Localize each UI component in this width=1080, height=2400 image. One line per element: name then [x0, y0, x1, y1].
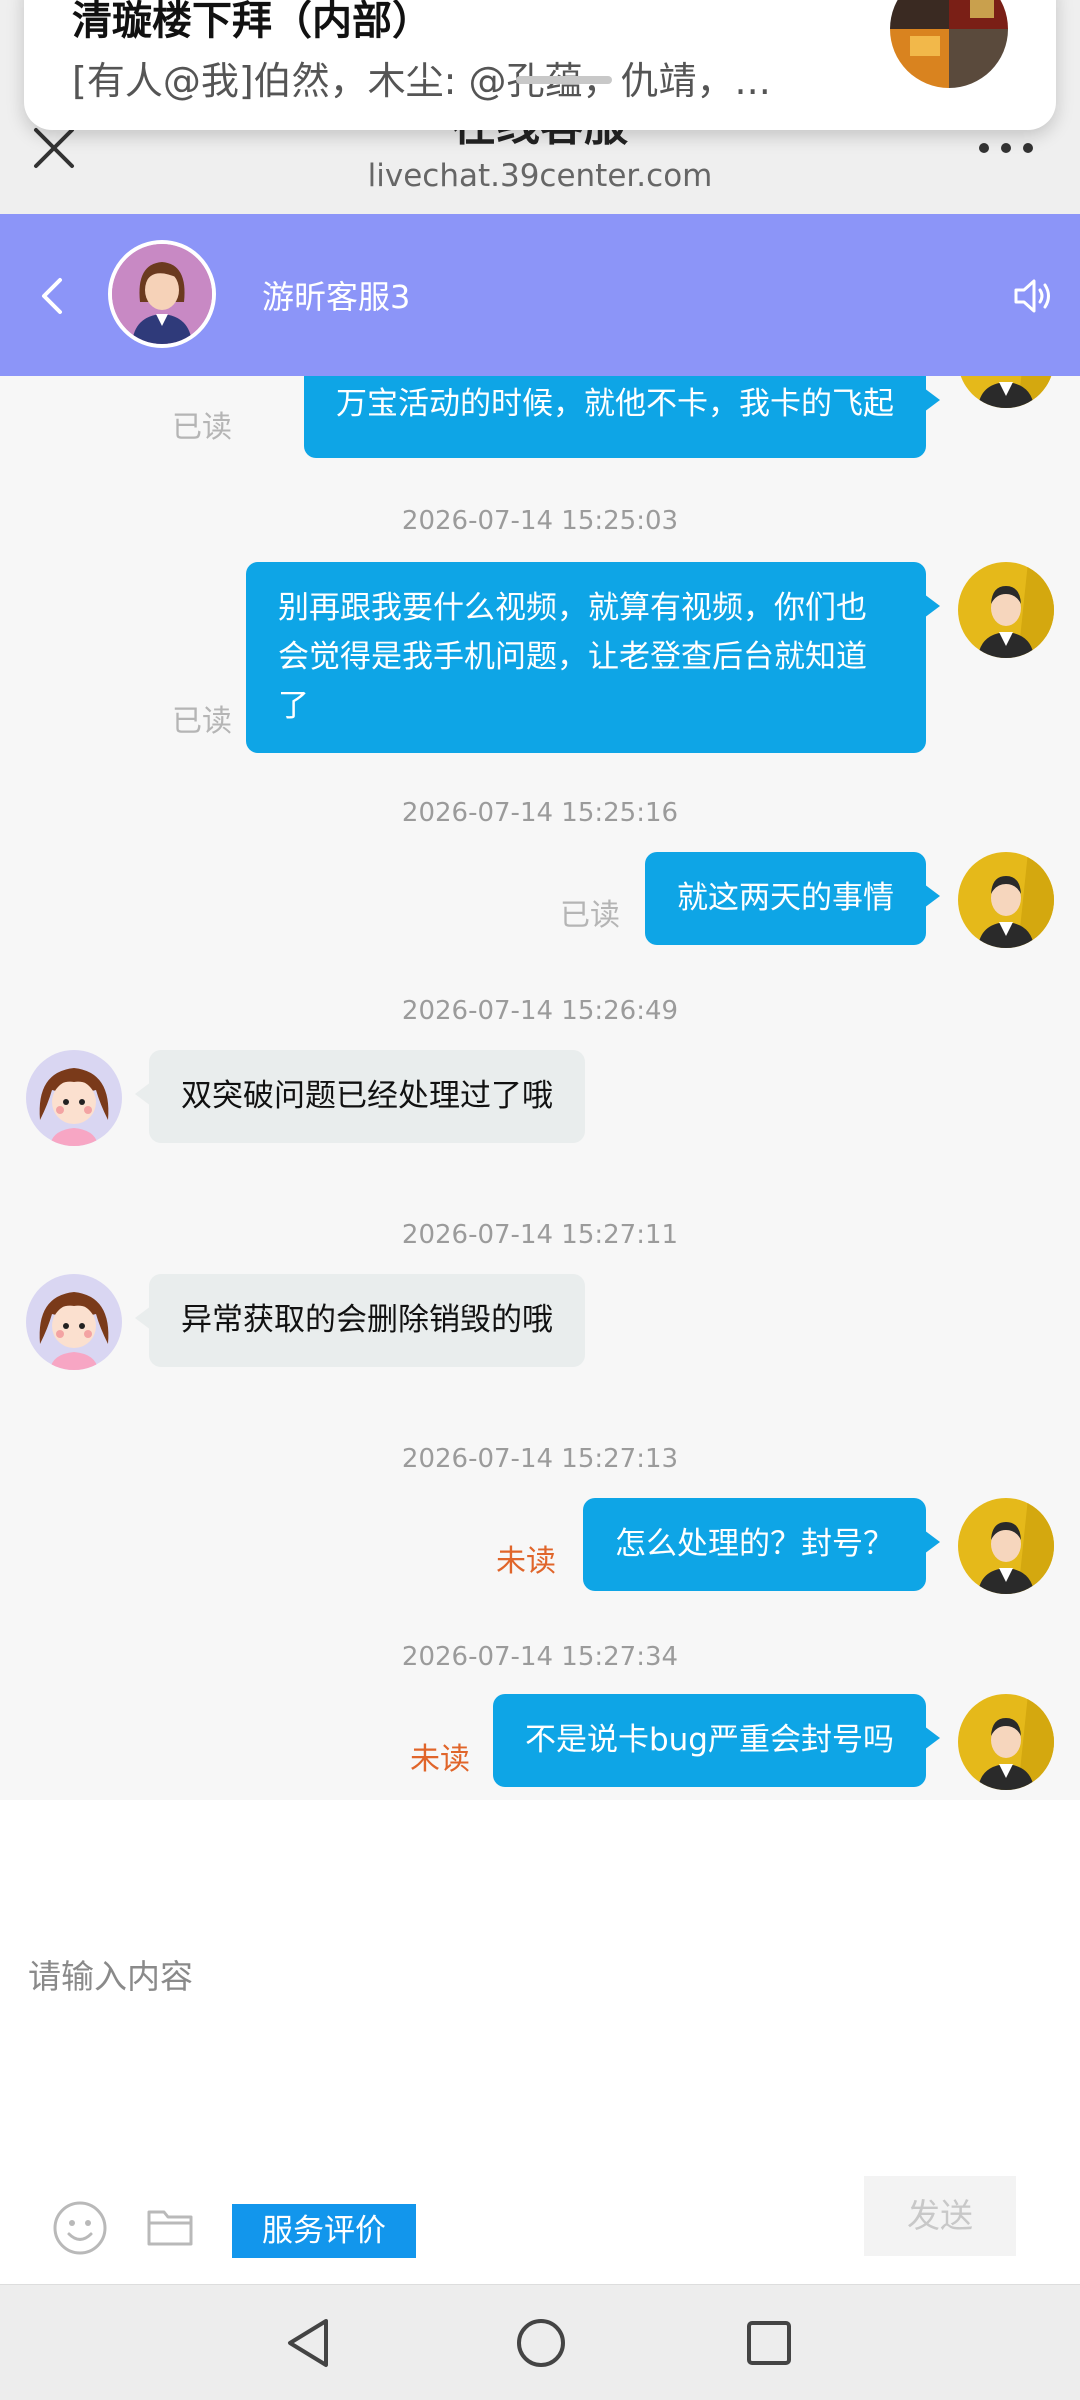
message-list[interactable]: 万宝活动的时候，就他不卡，我卡的飞起 已读 2026-07-14 15:25:0…: [0, 376, 1080, 1800]
agent-message-bubble[interactable]: 双突破问题已经处理过了哦: [135, 1050, 585, 1143]
speaker-icon[interactable]: [1012, 274, 1054, 318]
send-button[interactable]: 发送: [864, 2176, 1016, 2256]
message-input[interactable]: [28, 1946, 1048, 2006]
message-text: 不是说卡bug严重会封号吗: [524, 1722, 894, 1758]
chat-header: 游昕客服3: [0, 214, 1080, 376]
message-text-line: 了: [278, 688, 309, 724]
user-message-bubble[interactable]: 就这两天的事情: [645, 852, 940, 945]
notification-drag-handle[interactable]: [516, 76, 612, 84]
message-timestamp: 2026-07-14 15:27:11: [401, 1220, 679, 1250]
read-status: 已读: [172, 704, 232, 739]
user-message-bubble[interactable]: 怎么处理的？封号？: [583, 1498, 940, 1591]
triangle-back-icon[interactable]: [282, 2315, 336, 2371]
service-rating-button[interactable]: 服务评价: [232, 2204, 416, 2258]
user-avatar: [958, 1498, 1054, 1594]
unread-status: 未读: [410, 1742, 470, 1777]
smiley-icon[interactable]: [52, 2200, 108, 2256]
user-avatar: [958, 1694, 1054, 1790]
message-text: 万宝活动的时候，就他不卡，我卡的飞起: [336, 386, 894, 422]
read-status: 已读: [172, 410, 232, 445]
message-timestamp: 2026-07-14 15:27:13: [401, 1444, 679, 1474]
user-message-bubble[interactable]: 不是说卡bug严重会封号吗: [492, 1694, 941, 1787]
message-text: 异常获取的会删除销毁的哦: [181, 1302, 553, 1338]
message-timestamp: 2026-07-14 15:26:49: [401, 996, 679, 1026]
message-text-line: 别再跟我要什么视频，就算有视频，你们也: [278, 590, 867, 626]
agent-avatar: [108, 240, 216, 348]
site-url: livechat.39center.com: [367, 158, 713, 194]
compose-area: 服务评价 发送: [0, 1800, 1080, 2284]
agent-message-avatar: [26, 1274, 122, 1370]
notification-card[interactable]: 清璇楼下拜（内部） [有人@我]伯然，木尘: @孔蕴，仇靖，...: [24, 0, 1056, 130]
message-timestamp: 2026-07-14 15:25:16: [401, 798, 679, 828]
message-timestamp: 2026-07-14 15:27:34: [401, 1642, 679, 1672]
message-text: 怎么处理的？封号？: [615, 1526, 894, 1562]
user-avatar: [958, 852, 1054, 948]
agent-message-avatar: [26, 1050, 122, 1146]
chevron-left-icon[interactable]: [36, 274, 66, 318]
message-timestamp: 2026-07-14 15:25:03: [401, 506, 679, 536]
message-text: 就这两天的事情: [677, 880, 894, 916]
user-message-bubble[interactable]: 别再跟我要什么视频，就算有视频，你们也 会觉得是我手机问题，让老登查后台就知道 …: [246, 562, 940, 753]
square-recent-icon[interactable]: [744, 2315, 794, 2371]
agent-name: 游昕客服3: [262, 278, 411, 316]
read-status: 已读: [560, 898, 620, 933]
unread-status: 未读: [496, 1544, 556, 1579]
notification-title: 清璇楼下拜（内部）: [72, 0, 432, 44]
message-text-line: 会觉得是我手机问题，让老登查后台就知道: [278, 639, 867, 675]
user-message-bubble[interactable]: 万宝活动的时候，就他不卡，我卡的飞起: [304, 376, 940, 458]
circle-home-icon[interactable]: [514, 2315, 568, 2371]
user-avatar: [958, 376, 1054, 408]
notification-body: [有人@我]伯然，木尘: @孔蕴，仇靖，...: [72, 59, 771, 103]
system-nav-bar: [0, 2284, 1080, 2400]
close-icon[interactable]: [30, 124, 78, 172]
user-avatar: [958, 562, 1054, 658]
agent-message-bubble[interactable]: 异常获取的会删除销毁的哦: [135, 1274, 585, 1367]
more-dots-icon[interactable]: [976, 138, 1036, 158]
message-text: 双突破问题已经处理过了哦: [181, 1078, 553, 1114]
group-avatar: [890, 0, 1008, 88]
folder-icon[interactable]: [146, 2204, 194, 2248]
